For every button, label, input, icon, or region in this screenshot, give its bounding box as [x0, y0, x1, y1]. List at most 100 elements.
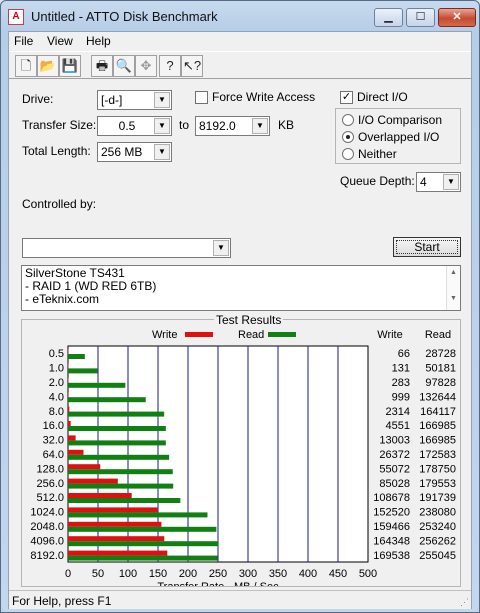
drive-select[interactable]: [-d-] ▼: [97, 90, 172, 110]
read-value-label: 172583: [419, 449, 456, 461]
write-bar: [68, 550, 168, 556]
minimize-button[interactable]: ▁: [374, 8, 403, 27]
resize-grip-icon[interactable]: ⋰: [460, 597, 469, 608]
read-column-header: Read: [425, 329, 451, 341]
write-bar: [68, 507, 158, 513]
chevron-down-icon[interactable]: ▼: [154, 144, 170, 160]
maximize-button[interactable]: ☐: [406, 8, 435, 27]
read-value-label: 164117: [420, 406, 456, 418]
write-bar: [68, 392, 69, 398]
read-bar: [68, 454, 170, 460]
neither-label: Neither: [358, 147, 397, 161]
y-tick-label: 0.5: [49, 348, 64, 360]
save-icon[interactable]: 💾: [59, 55, 81, 77]
read-value-label: 255045: [419, 550, 456, 562]
chevron-down-icon[interactable]: ▼: [213, 240, 229, 256]
read-value-label: 166985: [419, 420, 456, 432]
total-length-select[interactable]: 256 MB ▼: [97, 142, 172, 162]
new-icon[interactable]: 🗋: [15, 55, 37, 77]
force-write-label: Force Write Access: [212, 90, 316, 104]
read-bar: [68, 426, 166, 431]
queue-depth-value: 4: [420, 175, 427, 189]
transfer-from-select[interactable]: 0.5 ▼: [97, 116, 172, 136]
total-length-label: Total Length:: [22, 144, 91, 158]
legend-read-swatch: [268, 332, 296, 337]
read-bar: [68, 512, 208, 518]
print-preview-icon[interactable]: 🔍: [113, 55, 135, 77]
force-write-checkbox[interactable]: [195, 91, 208, 104]
chevron-down-icon[interactable]: ▼: [154, 92, 170, 108]
io-comparison-radio[interactable]: [342, 114, 354, 126]
menu-file[interactable]: File: [14, 34, 33, 48]
x-tick-label: 0: [65, 568, 71, 580]
x-axis-label: Transfer Rate - MB / Sec: [157, 581, 279, 586]
read-value-label: 166985: [419, 435, 456, 447]
direct-io-checkbox[interactable]: ✓: [340, 91, 353, 104]
title-bar[interactable]: A Untitled - ATTO Disk Benchmark ▁ ☐ ✕: [1, 1, 479, 31]
print-icon[interactable]: 🖶: [91, 55, 113, 77]
open-icon[interactable]: 📂: [37, 55, 59, 77]
read-bar: [68, 440, 166, 446]
overlapped-io-radio[interactable]: [342, 131, 354, 143]
read-bar: [68, 469, 173, 475]
write-value-label: 999: [392, 391, 410, 403]
io-comparison-label: I/O Comparison: [358, 113, 443, 127]
results-chart: Write Read Write Read 0 50 100 150 200 250 300 350 4…: [30, 329, 456, 586]
chevron-down-icon[interactable]: ▼: [443, 174, 459, 190]
chevron-down-icon[interactable]: ▼: [154, 118, 170, 134]
read-value-label: 191739: [419, 492, 456, 504]
settings-panel: Drive: [-d-] ▼ Force Write Access ✓ Dire…: [9, 80, 471, 590]
controlled-by-select[interactable]: ▼: [22, 238, 231, 258]
y-tick-label: 4096.0: [30, 535, 64, 547]
transfer-to-value: 8192.0: [199, 119, 236, 133]
app-window: A Untitled - ATTO Disk Benchmark ▁ ☐ ✕ F…: [0, 0, 480, 613]
read-value-label: 253240: [419, 521, 456, 533]
y-tick-label: 1.0: [49, 363, 64, 375]
y-tick-label: 2.0: [49, 377, 64, 389]
write-bar: [68, 435, 76, 441]
total-length-value: 256 MB: [101, 145, 143, 159]
x-tick-label: 200: [179, 568, 197, 580]
help-icon[interactable]: ?: [159, 55, 181, 77]
y-tick-label: 4.0: [49, 391, 64, 403]
read-value-label: 50181: [425, 363, 456, 375]
legend-write-label: Write: [152, 329, 177, 341]
transfer-to-select[interactable]: 8192.0 ▼: [195, 116, 270, 136]
read-value-label: 28728: [425, 348, 456, 360]
read-bar: [68, 411, 165, 417]
atto-icon[interactable]: A: [8, 9, 24, 25]
x-tick-label: 100: [119, 568, 137, 580]
description-textarea[interactable]: SilverStone TS431 - RAID 1 (WD RED 6TB) …: [21, 265, 461, 311]
write-value-label: 66: [398, 348, 410, 360]
menu-help[interactable]: Help: [86, 34, 111, 48]
y-tick-label: 256.0: [36, 478, 64, 490]
client-area: File View Help 🗋 📂 💾 🖶 🔍 ✥ ? ↖? Drive: […: [8, 31, 472, 609]
queue-depth-select[interactable]: 4 ▼: [416, 172, 461, 192]
transfer-size-label: Transfer Size:: [22, 118, 97, 132]
neither-radio[interactable]: [342, 148, 354, 160]
chevron-down-icon[interactable]: ▼: [252, 118, 268, 134]
to-label: to: [179, 118, 190, 132]
y-tick-label: 64.0: [43, 449, 64, 461]
write-value-label: 159466: [373, 521, 410, 533]
context-help-icon[interactable]: ↖?: [181, 55, 203, 77]
write-bar: [68, 363, 69, 369]
move-icon[interactable]: ✥: [135, 55, 157, 77]
write-bar: [68, 406, 70, 412]
description-scrollbar[interactable]: ▲ ▼: [446, 266, 460, 310]
write-bar: [68, 521, 162, 527]
x-tick-label: 300: [239, 568, 257, 580]
read-value-label: 179553: [419, 478, 456, 490]
y-tick-label: 16.0: [43, 420, 64, 432]
write-value-label: 131: [392, 363, 410, 375]
write-bar: [68, 449, 84, 455]
write-value-label: 55072: [379, 463, 410, 475]
read-value-label: 256262: [419, 535, 456, 547]
write-value-label: 85028: [379, 478, 410, 490]
write-value-label: 169538: [373, 550, 410, 562]
write-bar: [68, 421, 71, 426]
y-tick-label: 32.0: [43, 435, 64, 447]
close-button[interactable]: ✕: [438, 8, 476, 27]
menu-view[interactable]: View: [47, 34, 73, 48]
start-button[interactable]: Start: [393, 237, 461, 257]
